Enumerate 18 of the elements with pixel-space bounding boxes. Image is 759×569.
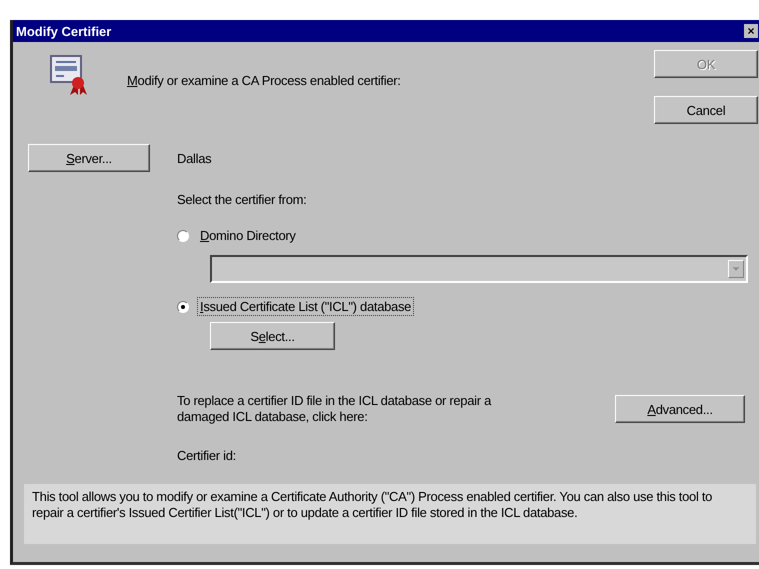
window-title: Modify Certifier bbox=[16, 24, 112, 38]
server-button[interactable]: Server... bbox=[28, 144, 150, 172]
description-text: This tool allows you to modify or examine a Certificate Authority ("CA") Process enabled certifier. You can also use this tool to repair a certifier's Issued Certifier List("ICL") or to update a certifier ID file stored in the ICL database. bbox=[24, 484, 756, 544]
certifier-dropdown[interactable] bbox=[210, 255, 748, 283]
select-button[interactable]: Select... bbox=[210, 322, 335, 350]
server-name: Dallas bbox=[177, 150, 212, 166]
radio-button[interactable] bbox=[177, 300, 189, 312]
radio-label[interactable]: Domino Directory bbox=[197, 226, 299, 245]
advanced-hint: To replace a certifier ID file in the ICL database or repair a damaged ICL database, click here: bbox=[177, 393, 492, 425]
certificate-icon bbox=[50, 55, 88, 95]
source-label: Select the certifier from: bbox=[177, 192, 308, 207]
cancel-button[interactable]: Cancel bbox=[654, 96, 758, 124]
advanced-button[interactable]: Advanced... bbox=[615, 395, 745, 423]
header-text: Modify or examine a CA Process enabled certifier: bbox=[127, 73, 402, 90]
radio-label[interactable]: Issued Certificate List ("ICL") database bbox=[197, 297, 414, 316]
radio-button[interactable] bbox=[177, 230, 189, 242]
certifier-id-label: Certifier id: bbox=[177, 448, 237, 463]
close-button[interactable]: × bbox=[744, 24, 758, 38]
